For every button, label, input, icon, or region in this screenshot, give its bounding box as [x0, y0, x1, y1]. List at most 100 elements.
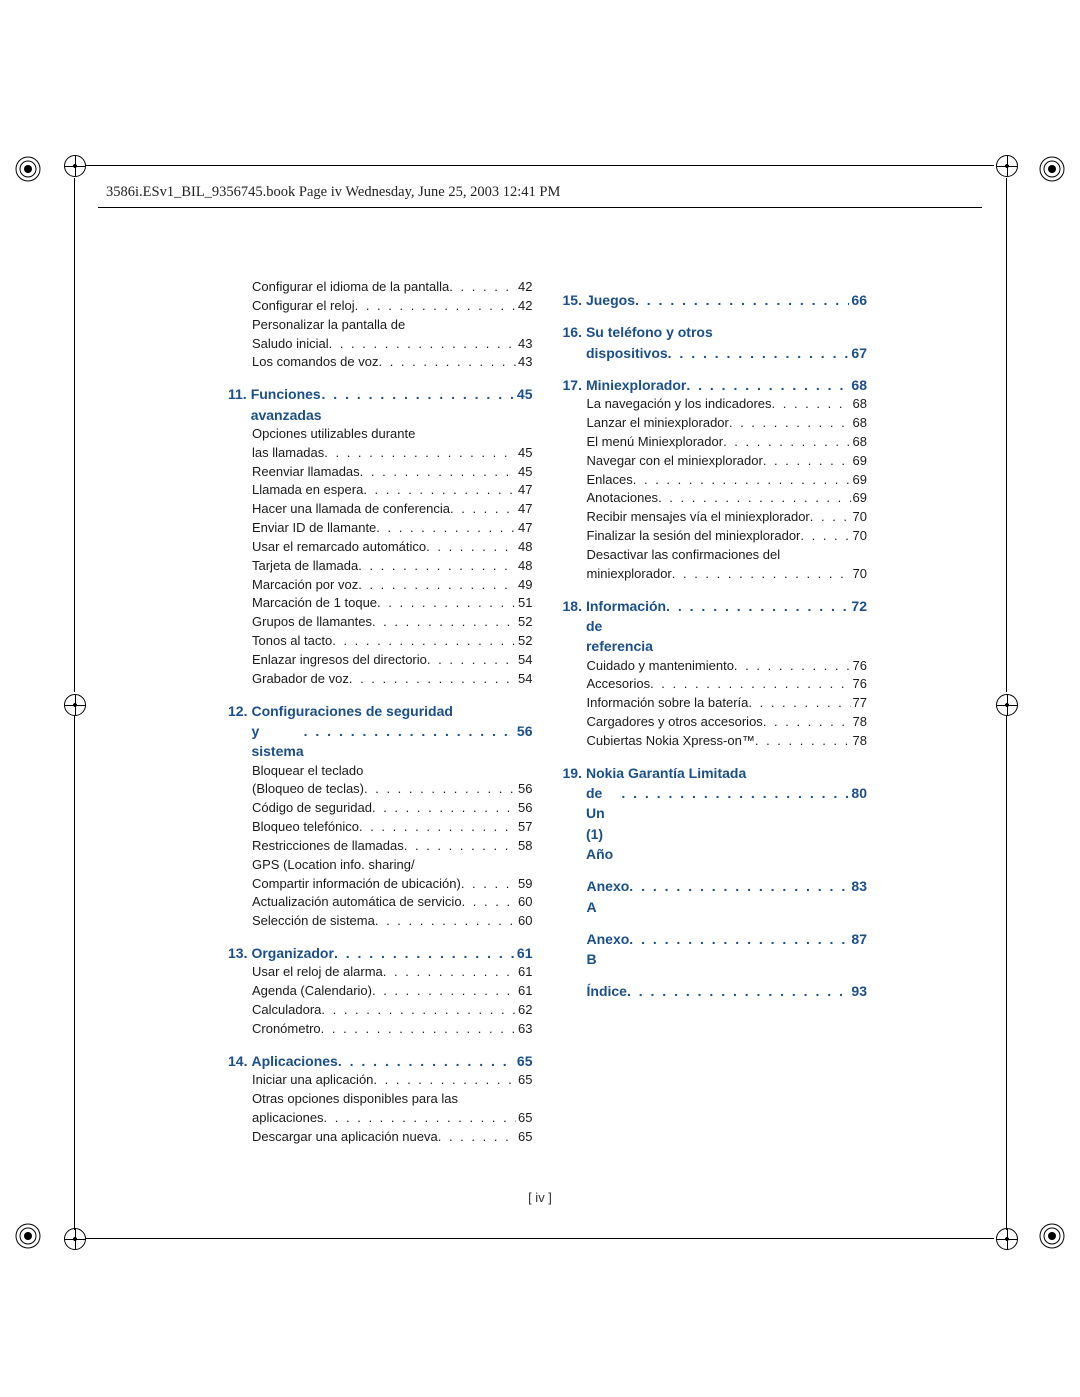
toc-entry-page: 60 — [516, 912, 532, 931]
toc-entry-page: 78 — [851, 713, 867, 732]
toc-entry-label: Información sobre la batería — [587, 694, 749, 713]
toc-entry: Desactivar las confirmaciones del — [563, 546, 868, 565]
toc-entry-label: Usar el remarcado automático — [252, 538, 426, 557]
toc-chapter-label: dispositivos — [586, 343, 668, 363]
toc-chapter: Índice . . . . . . . . . . . . . . . . .… — [563, 981, 868, 1001]
toc-entry: Los comandos de voz . . . . . . . . . . … — [228, 353, 533, 372]
hairline-top — [86, 165, 994, 166]
toc-chapter-num: 12. — [228, 701, 247, 721]
toc-entry: Grabador de voz . . . . . . . . . . . . … — [228, 670, 533, 689]
toc-entry: Cronómetro . . . . . . . . . . . . . . .… — [228, 1020, 533, 1039]
dot-leader: . . . . . . . . . . . . . . . . . . . . … — [462, 893, 516, 912]
dot-leader: . . . . . . . . . . . . . . . . . . . . … — [321, 1020, 516, 1039]
toc-chapter-label: Índice — [587, 981, 627, 1001]
toc-entry: Actualización automática de servicio . .… — [228, 893, 533, 912]
toc-entry-page: 57 — [516, 818, 532, 837]
toc-chapter-label: Información de referencia — [586, 596, 666, 657]
dot-leader: . . . . . . . . . . . . . . . . . . . . … — [426, 538, 516, 557]
toc-entry-label: Enviar ID de llamante — [252, 519, 376, 538]
toc-entry-label: Anotaciones — [587, 489, 659, 508]
dot-leader: . . . . . . . . . . . . . . . . . . . . … — [360, 463, 516, 482]
toc-entry: Configurar el reloj . . . . . . . . . . … — [228, 297, 533, 316]
toc-entry-page: 63 — [516, 1020, 532, 1039]
toc-entry: Bloqueo telefónico . . . . . . . . . . .… — [228, 818, 533, 837]
dot-leader: . . . . . . . . . . . . . . . . . . . . … — [375, 912, 516, 931]
dot-leader: . . . . . . . . . . . . . . . . . . . . … — [358, 557, 516, 576]
dot-leader: . . . . . . . . . . . . . . . . . . . . … — [324, 444, 516, 463]
toc-entry-label: Recibir mensajes vía el miniexplorador — [587, 508, 810, 527]
toc-entry: las llamadas . . . . . . . . . . . . . .… — [228, 444, 533, 463]
dot-leader: . . . . . . . . . . . . . . . . . . . . … — [800, 527, 850, 546]
dot-leader: . . . . . . . . . . . . . . . . . . . . … — [378, 353, 516, 372]
toc-entry: Marcación por voz . . . . . . . . . . . … — [228, 576, 533, 595]
toc-chapter: 11. Funciones avanzadas . . . . . . . . … — [228, 384, 533, 425]
dot-leader: . . . . . . . . . . . . . . . . . . . . … — [772, 395, 851, 414]
toc-chapter-page: 65 — [515, 1051, 533, 1071]
toc-chapter: Anexo A . . . . . . . . . . . . . . . . … — [563, 876, 868, 917]
toc-entry-label: Enlaces — [587, 471, 633, 490]
dot-leader: . . . . . . . . . . . . . . . . . . . . … — [450, 500, 516, 519]
toc-chapter-page: 67 — [849, 343, 867, 363]
toc-chapter-label: Aplicaciones — [251, 1051, 337, 1071]
toc-entry-label: Código de seguridad — [252, 799, 372, 818]
toc-entry-label: Actualización automática de servicio — [252, 893, 462, 912]
toc-entry-page: 52 — [516, 613, 532, 632]
toc-entry-page: 42 — [516, 297, 532, 316]
toc-entry-page: 77 — [851, 694, 867, 713]
toc-entry-page: 54 — [516, 670, 532, 689]
toc-entry-label: Descargar una aplicación nueva — [252, 1128, 438, 1147]
toc-chapter-num: 17. — [563, 375, 582, 395]
page-number: [ iv ] — [98, 1190, 982, 1205]
toc-entry: Grupos de llamantes . . . . . . . . . . … — [228, 613, 533, 632]
toc-entry-label: La navegación y los indicadores — [587, 395, 772, 414]
dot-leader: . . . . . . . . . . . . . . . . . . . . … — [621, 783, 849, 864]
toc-chapter-label: Su teléfono y otros — [586, 322, 867, 342]
dot-leader: . . . . . . . . . . . . . . . . . . . . … — [322, 384, 515, 425]
toc-entry-page: 76 — [851, 675, 867, 694]
dot-leader: . . . . . . . . . . . . . . . . . . . . … — [438, 1128, 516, 1147]
toc-entry: Configurar el idioma de la pantalla . . … — [228, 278, 533, 297]
toc-entry-label: Tarjeta de llamada — [252, 557, 358, 576]
dot-leader: . . . . . . . . . . . . . . . . . . . . … — [461, 875, 516, 894]
toc-entry-page: 49 — [516, 576, 532, 595]
toc-entry-page: 52 — [516, 632, 532, 651]
dot-leader: . . . . . . . . . . . . . . . . . . . . … — [372, 982, 516, 1001]
toc-entry-page: 69 — [851, 452, 867, 471]
toc-entry-page: 60 — [516, 893, 532, 912]
toc-entry: Tarjeta de llamada . . . . . . . . . . .… — [228, 557, 533, 576]
toc-chapter-label: Nokia Garantía Limitada — [586, 763, 867, 783]
toc-entry: Hacer una llamada de conferencia . . . .… — [228, 500, 533, 519]
crop-mark-br — [1038, 1222, 1066, 1250]
toc-entry-label: miniexplorador — [587, 565, 672, 584]
toc-entry-label: Iniciar una aplicación — [252, 1071, 373, 1090]
reg-mark-right — [996, 694, 1018, 716]
toc-chapter: Anexo B . . . . . . . . . . . . . . . . … — [563, 929, 868, 970]
toc-chapter: 13. Organizador . . . . . . . . . . . . … — [228, 943, 533, 963]
toc-entry-page: 47 — [516, 519, 532, 538]
dot-leader: . . . . . . . . . . . . . . . . . . . . … — [734, 657, 851, 676]
dot-leader: . . . . . . . . . . . . . . . . . . . . … — [763, 452, 851, 471]
dot-leader: . . . . . . . . . . . . . . . . . . . . … — [334, 943, 515, 963]
toc-chapter-cont: 16. dispositivos . . . . . . . . . . . .… — [563, 343, 868, 363]
toc-entry-page: 69 — [851, 489, 867, 508]
toc-entry: Agenda (Calendario) . . . . . . . . . . … — [228, 982, 533, 1001]
dot-leader: . . . . . . . . . . . . . . . . . . . . … — [376, 519, 516, 538]
toc-chapter-page: 83 — [849, 876, 867, 917]
toc-entry-label: Restricciones de llamadas — [252, 837, 404, 856]
toc-entry: Finalizar la sesión del miniexplorador .… — [563, 527, 868, 546]
toc-entry-page: 61 — [516, 963, 532, 982]
dot-leader: . . . . . . . . . . . . . . . . . . . . … — [763, 713, 851, 732]
toc-entry: Enlazar ingresos del directorio . . . . … — [228, 651, 533, 670]
toc-entry: Lanzar el miniexplorador . . . . . . . .… — [563, 414, 868, 433]
toc-entry: GPS (Location info. sharing/ — [228, 856, 533, 875]
toc-entry-page: 47 — [516, 481, 532, 500]
column-right: 15. Juegos . . . . . . . . . . . . . . .… — [563, 278, 868, 1146]
toc-chapter-num: 13. — [228, 943, 247, 963]
column-left: Configurar el idioma de la pantalla . . … — [228, 278, 533, 1146]
toc-entry-page: 47 — [516, 500, 532, 519]
toc-chapter-page: 87 — [849, 929, 867, 970]
toc-entry: Descargar una aplicación nueva . . . . .… — [228, 1128, 533, 1147]
toc-entry: Cuidado y mantenimiento . . . . . . . . … — [563, 657, 868, 676]
toc-entry-label: Llamada en espera — [252, 481, 363, 500]
toc-entry: Calculadora . . . . . . . . . . . . . . … — [228, 1001, 533, 1020]
